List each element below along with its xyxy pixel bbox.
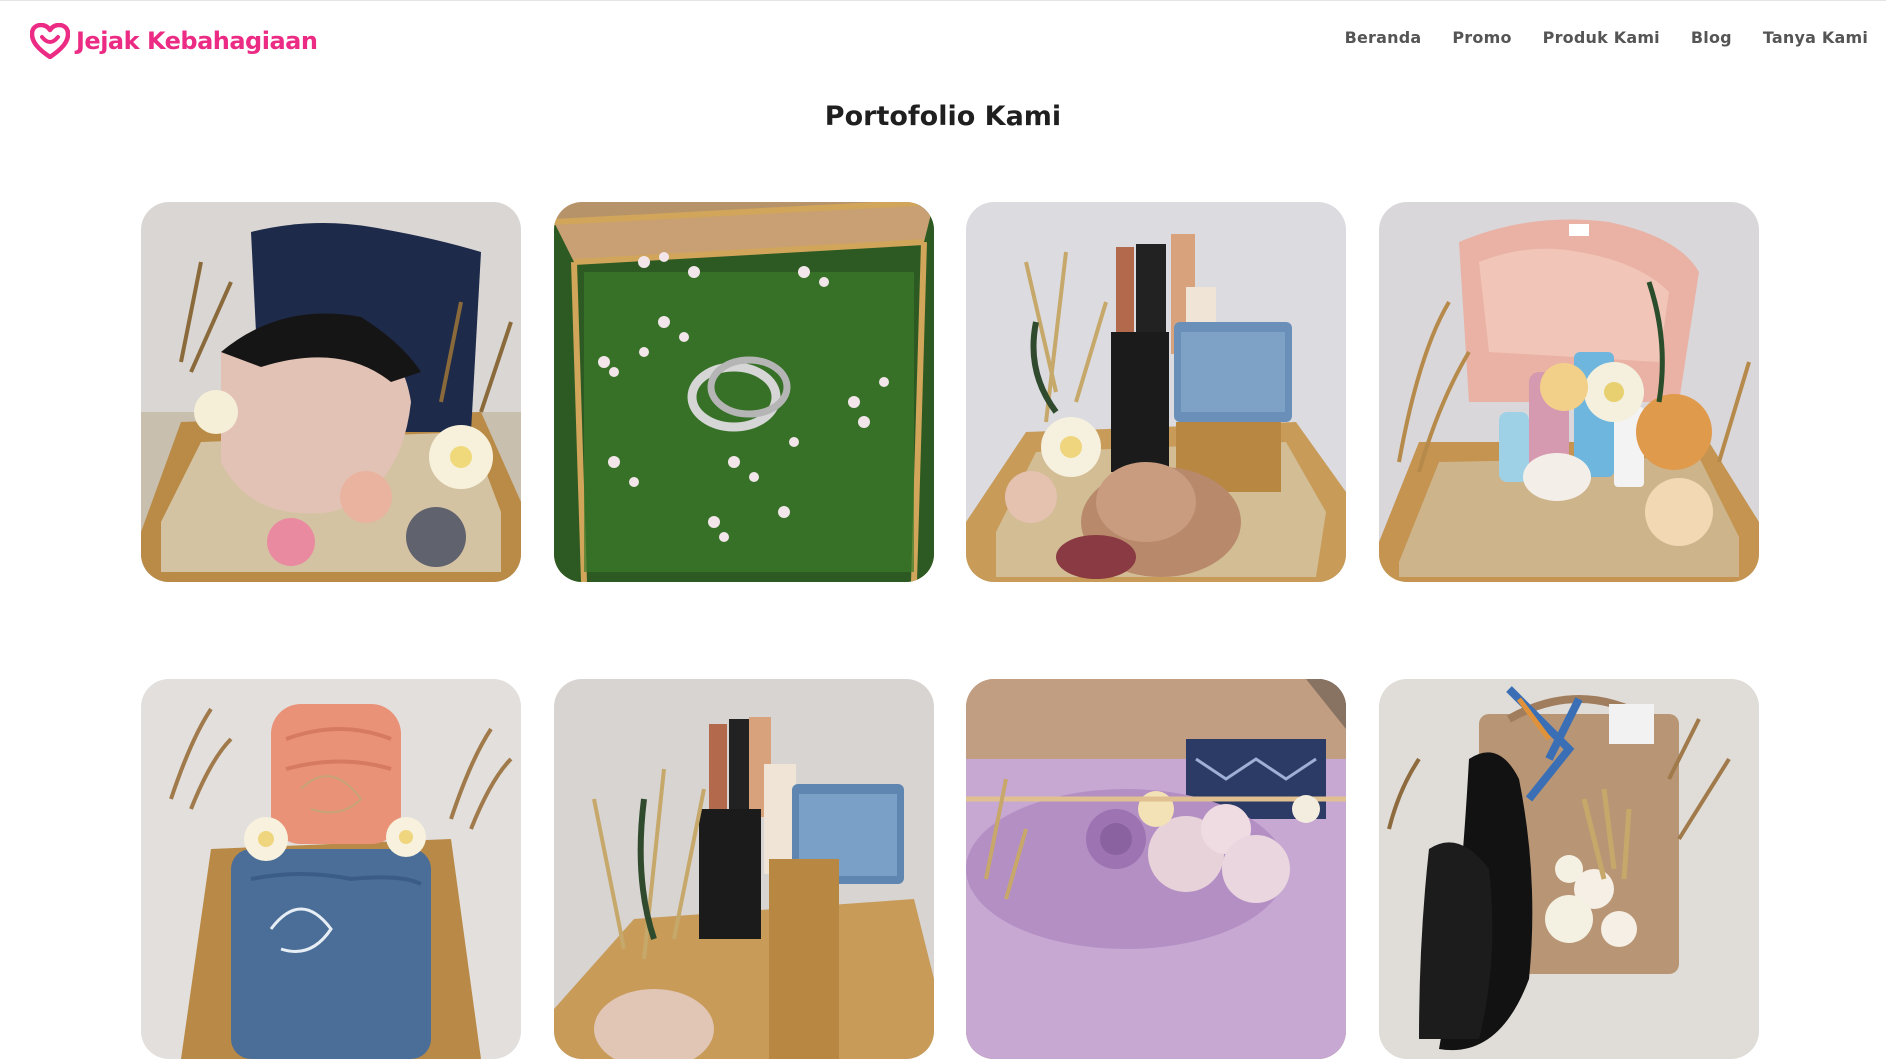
portfolio-grid [141,202,1759,1059]
portfolio-item[interactable] [553,202,934,582]
portfolio-image [141,202,521,582]
page-title: Portofolio Kami [824,101,1062,132]
portfolio-item[interactable] [141,202,521,582]
nav-item-blog[interactable]: Blog [1691,28,1732,47]
portfolio-item[interactable] [553,679,934,1059]
heart-smile-icon [30,23,70,59]
brand-logo[interactable]: Jejak Kebahagiaan [30,23,318,59]
portfolio-image [553,679,934,1059]
portfolio-image [966,679,1347,1059]
nav-item-tanya-kami[interactable]: Tanya Kami [1763,28,1868,47]
portfolio-image [966,202,1347,582]
portfolio-image [1378,202,1759,582]
portfolio-image [553,202,934,582]
portfolio-image [141,679,521,1059]
portfolio-item[interactable] [966,679,1347,1059]
portfolio-item[interactable] [1378,679,1759,1059]
site-header: Jejak Kebahagiaan Beranda Promo Produk K… [0,1,1886,81]
portfolio-item[interactable] [966,202,1347,582]
main-nav: Beranda Promo Produk Kami Blog Tanya Kam… [1345,28,1868,47]
portfolio-item[interactable] [141,679,521,1059]
portfolio-image [1378,679,1759,1059]
nav-item-produk-kami[interactable]: Produk Kami [1543,28,1660,47]
nav-item-beranda[interactable]: Beranda [1345,28,1422,47]
brand-name: Jejak Kebahagiaan [76,27,318,55]
portfolio-item[interactable] [1378,202,1759,582]
nav-item-promo[interactable]: Promo [1452,28,1511,47]
